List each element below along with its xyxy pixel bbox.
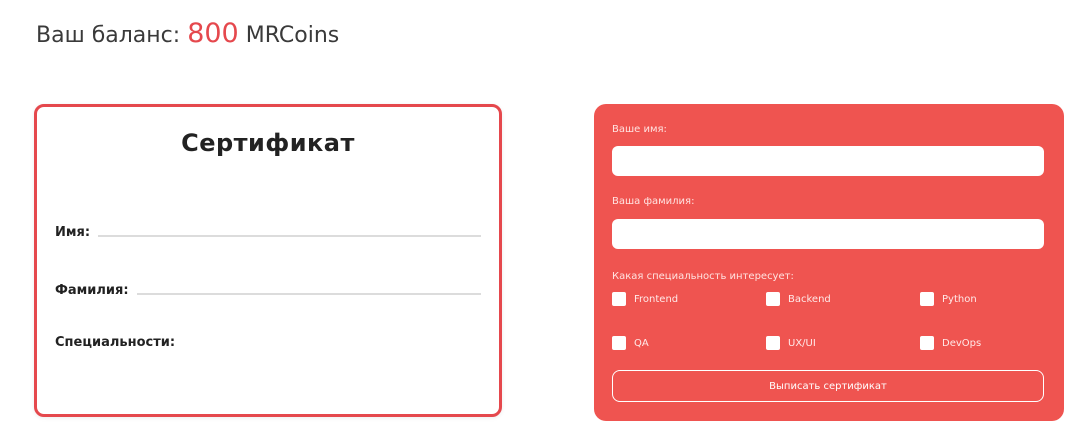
certificate-surname-line: [136, 293, 481, 295]
checkbox-box[interactable]: [766, 292, 780, 306]
certificate-surname-row: Фамилия:: [55, 283, 481, 298]
specialty-checkbox-label: Frontend: [634, 293, 679, 305]
checkbox-box[interactable]: [612, 292, 626, 306]
specialty-checkbox-label: Python: [942, 293, 977, 305]
certificate-title: Сертификат: [181, 129, 355, 157]
page: Ваш баланс: 800 MRCoins Сертификат Имя: …: [0, 0, 1065, 443]
specialty-field-label: Какая специальность интересует:: [612, 271, 794, 282]
specialty-checkbox-qa[interactable]: QA: [612, 336, 649, 350]
checkbox-box[interactable]: [920, 336, 934, 350]
certificate-form: Ваше имя: Ваша фамилия: Какая специально…: [594, 104, 1064, 421]
certificate-preview: Сертификат Имя: Фамилия: Специальности:: [34, 104, 502, 417]
checkbox-box[interactable]: [612, 336, 626, 350]
name-field-label: Ваше имя:: [612, 124, 667, 135]
certificate-specialty-label: Специальности:: [55, 335, 176, 350]
specialty-checkbox-label: DevOps: [942, 337, 982, 349]
specialty-checkbox-label: Backend: [788, 293, 831, 305]
specialty-checkbox-devops[interactable]: DevOps: [920, 336, 981, 350]
specialty-checkbox-label: QA: [634, 337, 649, 349]
specialty-checkbox-backend[interactable]: Backend: [766, 292, 831, 306]
certificate-name-label: Имя:: [55, 225, 91, 240]
balance-label: Ваш баланс:: [36, 23, 181, 48]
balance-currency: MRCoins: [245, 23, 340, 48]
certificate-specialty-row: Специальности:: [55, 335, 481, 350]
surname-input[interactable]: [612, 219, 1044, 249]
specialty-checkbox-group: Frontend Backend Python QA UX/UI DevOps: [612, 292, 1044, 352]
checkbox-box[interactable]: [920, 292, 934, 306]
certificate-name-row: Имя:: [55, 225, 481, 240]
balance-amount: 800: [187, 18, 239, 49]
specialty-checkbox-frontend[interactable]: Frontend: [612, 292, 678, 306]
issue-certificate-button[interactable]: Выписать сертификат: [612, 370, 1044, 402]
certificate-name-line: [98, 235, 481, 237]
specialty-checkbox-python[interactable]: Python: [920, 292, 977, 306]
specialty-checkbox-label: UX/UI: [788, 337, 816, 349]
checkbox-box[interactable]: [766, 336, 780, 350]
specialty-checkbox-uxui[interactable]: UX/UI: [766, 336, 816, 350]
surname-field-label: Ваша фамилия:: [612, 196, 695, 207]
name-input[interactable]: [612, 146, 1044, 176]
balance-display: Ваш баланс: 800 MRCoins: [36, 18, 339, 49]
certificate-surname-label: Фамилия:: [55, 283, 129, 298]
